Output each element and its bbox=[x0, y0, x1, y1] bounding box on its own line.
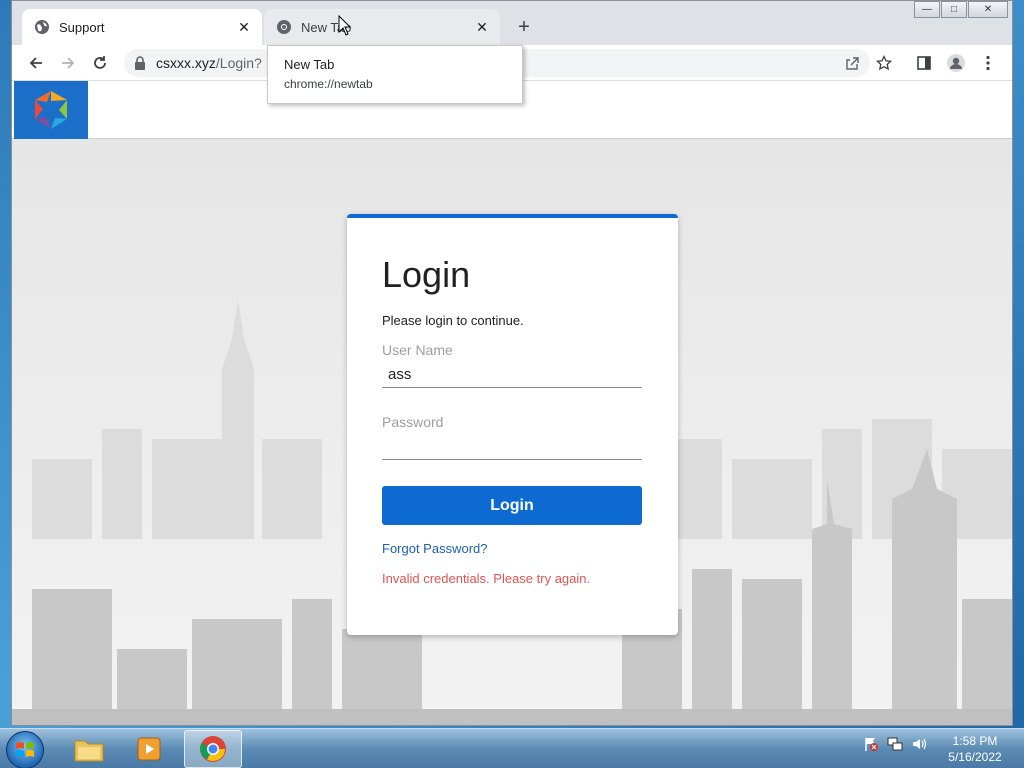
file-explorer-taskbar-button[interactable] bbox=[60, 730, 118, 768]
volume-icon[interactable] bbox=[910, 735, 928, 753]
clock-date: 5/16/2022 bbox=[948, 750, 1002, 764]
start-button[interactable] bbox=[6, 731, 44, 768]
close-icon[interactable]: ✕ bbox=[472, 17, 492, 37]
chrome-taskbar-button[interactable] bbox=[184, 730, 242, 768]
folder-icon bbox=[74, 740, 104, 762]
url-host: csxxx.xyz bbox=[156, 55, 216, 71]
chrome-icon bbox=[276, 19, 292, 35]
login-heading: Login bbox=[382, 254, 471, 295]
close-icon[interactable]: ✕ bbox=[234, 17, 254, 37]
tooltip-title: New Tab bbox=[284, 57, 335, 72]
media-player-taskbar-button[interactable] bbox=[120, 730, 178, 768]
lock-icon[interactable] bbox=[134, 56, 148, 70]
network-icon[interactable] bbox=[886, 735, 904, 753]
system-tray bbox=[862, 735, 928, 753]
media-player-icon bbox=[137, 737, 161, 761]
web-page: Login Please login to continue. User Nam… bbox=[12, 81, 1012, 725]
login-subtitle: Please login to continue. bbox=[382, 313, 524, 328]
tab-strip: Support ✕ New Tab ✕ + — □ ✕ bbox=[12, 1, 1012, 45]
error-message: Invalid credentials. Please try again. bbox=[382, 571, 591, 586]
reload-icon[interactable] bbox=[86, 49, 114, 77]
password-field: Password bbox=[382, 414, 642, 460]
tooltip-url: chrome://newtab bbox=[284, 77, 373, 91]
login-card: Login Please login to continue. User Nam… bbox=[347, 214, 678, 635]
logo-icon bbox=[35, 91, 67, 129]
clock-time: 1:58 PM bbox=[952, 734, 998, 748]
password-input[interactable] bbox=[382, 434, 642, 460]
plus-icon[interactable]: + bbox=[512, 15, 536, 39]
windows-logo-icon bbox=[16, 742, 34, 757]
star-icon[interactable] bbox=[870, 49, 898, 77]
username-field: User Name bbox=[382, 342, 642, 388]
taskbar-clock[interactable]: 1:58 PM 5/16/2022 bbox=[940, 733, 1010, 765]
tab-title: New Tab bbox=[301, 19, 352, 35]
username-input[interactable] bbox=[382, 362, 642, 388]
side-panel-icon[interactable] bbox=[910, 49, 938, 77]
maximize-button[interactable]: □ bbox=[941, 1, 967, 18]
window-controls: — □ ✕ bbox=[913, 1, 1008, 18]
chrome-icon bbox=[200, 736, 226, 762]
username-label: User Name bbox=[382, 342, 453, 358]
back-icon[interactable] bbox=[22, 49, 50, 77]
share-icon[interactable] bbox=[838, 49, 866, 77]
taskbar: 1:58 PM 5/16/2022 bbox=[0, 728, 1024, 768]
login-button[interactable]: Login bbox=[382, 486, 642, 525]
browser-window: Support ✕ New Tab ✕ + — □ ✕ csxxx.xyz /L… bbox=[11, 0, 1013, 726]
minimize-button[interactable]: — bbox=[914, 1, 940, 18]
tab-tooltip: New Tab chrome://newtab bbox=[267, 45, 523, 104]
action-center-flag-icon[interactable] bbox=[862, 735, 880, 753]
tab-support[interactable]: Support ✕ bbox=[22, 9, 262, 45]
forward-icon[interactable] bbox=[54, 49, 82, 77]
mouse-cursor-icon bbox=[338, 15, 352, 36]
globe-icon bbox=[34, 19, 50, 35]
password-label: Password bbox=[382, 414, 444, 430]
menu-icon[interactable] bbox=[974, 49, 1002, 77]
profile-icon[interactable] bbox=[942, 49, 970, 77]
tab-title: Support bbox=[59, 19, 105, 35]
forgot-password-link[interactable]: Forgot Password? bbox=[382, 541, 488, 556]
url-path: /Login? bbox=[215, 55, 262, 71]
window-close-button[interactable]: ✕ bbox=[968, 1, 1008, 18]
tab-new-tab[interactable]: New Tab ✕ bbox=[264, 9, 500, 45]
site-logo[interactable] bbox=[14, 81, 88, 139]
